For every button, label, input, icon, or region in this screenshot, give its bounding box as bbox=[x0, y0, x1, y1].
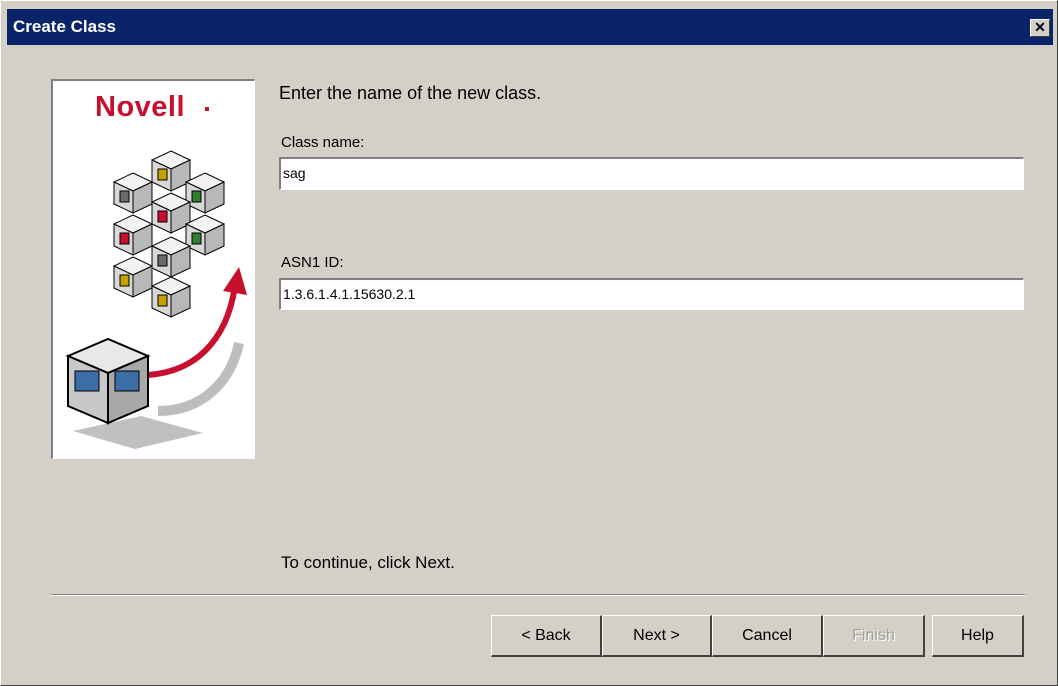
class-name-label: Class name: bbox=[281, 134, 365, 151]
class-name-input[interactable]: sag bbox=[279, 157, 1024, 190]
asn1-id-input[interactable]: 1.3.6.1.4.1.15630.2.1 bbox=[279, 278, 1024, 310]
continue-hint: To continue, click Next. bbox=[281, 553, 455, 572]
directory-objects-illustration bbox=[65, 150, 247, 449]
object-cubes bbox=[112, 150, 226, 318]
finish-button[interactable]: Finish bbox=[823, 615, 925, 657]
back-button[interactable]: < Back bbox=[491, 615, 602, 657]
create-class-dialog: Create Class ✕ Novell Enter the name of … bbox=[0, 0, 1058, 686]
server-shadow bbox=[73, 416, 203, 449]
wizard-graphic: Novell bbox=[51, 79, 255, 459]
next-button[interactable]: Next > bbox=[602, 615, 712, 657]
asn1-id-label: ASN1 ID: bbox=[281, 254, 344, 271]
close-icon: ✕ bbox=[1034, 19, 1046, 35]
red-arrowhead-icon bbox=[223, 267, 247, 295]
separator-highlight bbox=[51, 595, 1025, 596]
instruction-text: Enter the name of the new class. bbox=[279, 83, 542, 103]
title-bar[interactable]: Create Class ✕ bbox=[7, 9, 1053, 45]
help-button[interactable]: Help bbox=[932, 615, 1024, 657]
close-button[interactable]: ✕ bbox=[1030, 19, 1050, 37]
cancel-button[interactable]: Cancel bbox=[712, 615, 823, 657]
server-icon bbox=[65, 337, 151, 425]
window-title: Create Class bbox=[13, 17, 117, 36]
